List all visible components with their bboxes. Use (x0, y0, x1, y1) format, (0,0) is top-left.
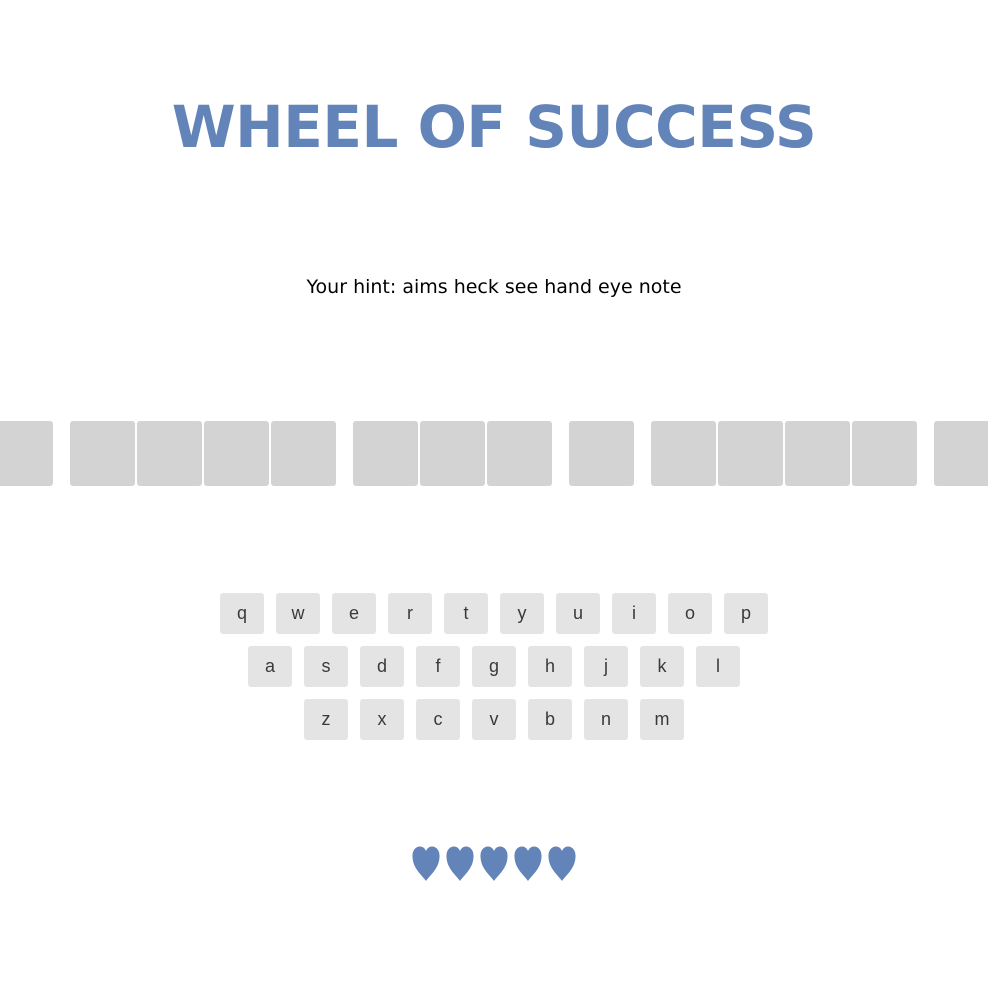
heart-icon (478, 845, 510, 883)
letter-tile (934, 421, 988, 486)
key-z[interactable]: z (304, 699, 348, 740)
letter-tile (0, 421, 53, 486)
key-o[interactable]: o (668, 593, 712, 634)
key-e[interactable]: e (332, 593, 376, 634)
game-title: WHEEL OF SUCCESS (171, 93, 817, 161)
key-a[interactable]: a (248, 646, 292, 687)
letter-tile (852, 421, 917, 486)
key-r[interactable]: r (388, 593, 432, 634)
letter-tile (651, 421, 716, 486)
key-y[interactable]: y (500, 593, 544, 634)
keyboard-row: zxcvbnm (0, 699, 988, 740)
letter-tile (487, 421, 552, 486)
key-w[interactable]: w (276, 593, 320, 634)
key-h[interactable]: h (528, 646, 572, 687)
key-f[interactable]: f (416, 646, 460, 687)
key-d[interactable]: d (360, 646, 404, 687)
letter-tile (204, 421, 269, 486)
key-j[interactable]: j (584, 646, 628, 687)
heart-icon (444, 845, 476, 883)
key-b[interactable]: b (528, 699, 572, 740)
letter-tile (271, 421, 336, 486)
key-c[interactable]: c (416, 699, 460, 740)
key-i[interactable]: i (612, 593, 656, 634)
key-g[interactable]: g (472, 646, 516, 687)
key-n[interactable]: n (584, 699, 628, 740)
key-t[interactable]: t (444, 593, 488, 634)
letter-keyboard: qwertyuiop asdfghjkl zxcvbnm (0, 593, 988, 752)
heart-icon (546, 845, 578, 883)
key-u[interactable]: u (556, 593, 600, 634)
key-v[interactable]: v (472, 699, 516, 740)
heart-icon (512, 845, 544, 883)
game-page: WHEEL OF SUCCESS Your hint: aims heck se… (0, 0, 988, 988)
key-m[interactable]: m (640, 699, 684, 740)
key-q[interactable]: q (220, 593, 264, 634)
hint-text: Your hint: aims heck see hand eye note (306, 276, 682, 298)
keyboard-row: qwertyuiop (0, 593, 988, 634)
keyboard-row: asdfghjkl (0, 646, 988, 687)
letter-tile (785, 421, 850, 486)
lives-indicator (0, 845, 988, 883)
key-x[interactable]: x (360, 699, 404, 740)
key-p[interactable]: p (724, 593, 768, 634)
letter-tile (137, 421, 202, 486)
heart-icon (410, 845, 442, 883)
key-s[interactable]: s (304, 646, 348, 687)
key-k[interactable]: k (640, 646, 684, 687)
puzzle-board (0, 421, 988, 486)
letter-tile (718, 421, 783, 486)
letter-tile (353, 421, 418, 486)
letter-tile (70, 421, 135, 486)
letter-tile (420, 421, 485, 486)
letter-tile (569, 421, 634, 486)
key-l[interactable]: l (696, 646, 740, 687)
